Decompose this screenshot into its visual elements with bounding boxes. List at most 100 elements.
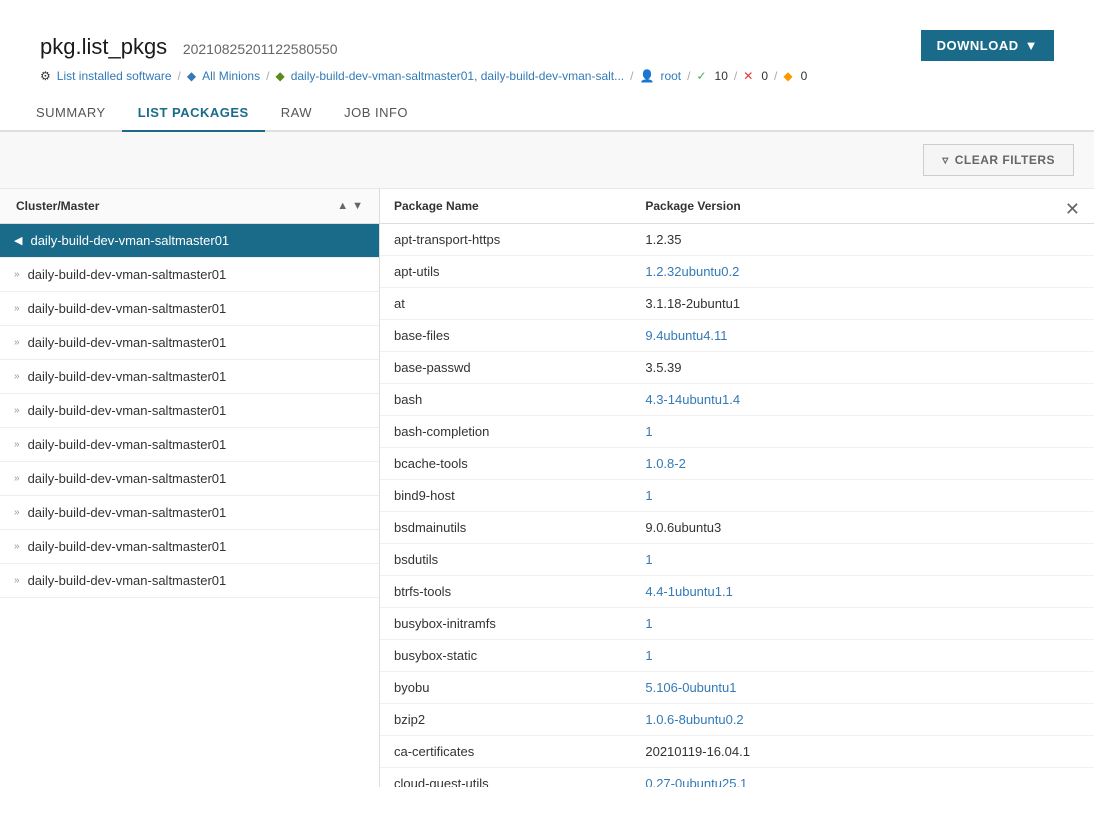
breadcrumb-all-minions[interactable]: All Minions (202, 69, 260, 83)
minion-row[interactable]: » daily-build-dev-vman-saltmaster01 (0, 360, 379, 394)
package-name-cell: apt-transport-https (380, 224, 631, 256)
breadcrumb-user[interactable]: root (660, 69, 681, 83)
package-version-cell[interactable]: 4.4-1ubuntu1.1 (631, 576, 1094, 608)
table-row: apt-transport-https1.2.35 (380, 224, 1094, 256)
minion-name: daily-build-dev-vman-saltmaster01 (28, 267, 227, 282)
package-version-cell: 1.2.35 (631, 224, 1094, 256)
sort-asc-icon[interactable]: ▲ (337, 200, 348, 212)
minion-name: daily-build-dev-vman-saltmaster01 (28, 505, 227, 520)
breadcrumb-minions[interactable]: daily-build-dev-vman-saltmaster01, daily… (291, 69, 624, 83)
minion-name: daily-build-dev-vman-saltmaster01 (30, 233, 229, 248)
table-row: apt-utils1.2.32ubuntu0.2 (380, 256, 1094, 288)
package-version-cell[interactable]: 0.27-0ubuntu25.1 (631, 768, 1094, 788)
package-version-cell[interactable]: 4.3-14ubuntu1.4 (631, 384, 1094, 416)
table-row: bsdmainutils9.0.6ubuntu3 (380, 512, 1094, 544)
package-version-cell: 3.1.18-2ubuntu1 (631, 288, 1094, 320)
minion-name: daily-build-dev-vman-saltmaster01 (28, 539, 227, 554)
minion-row[interactable]: » daily-build-dev-vman-saltmaster01 (0, 428, 379, 462)
package-name-cell: apt-utils (380, 256, 631, 288)
minion-row[interactable]: » daily-build-dev-vman-saltmaster01 (0, 394, 379, 428)
package-version-cell[interactable]: 1.0.8-2 (631, 448, 1094, 480)
packages-table: Package Name Package Version apt-transpo… (380, 189, 1094, 787)
diamond-icon: ◆ (783, 69, 792, 83)
table-row: at3.1.18-2ubuntu1 (380, 288, 1094, 320)
table-row: base-files9.4ubuntu4.11 (380, 320, 1094, 352)
table-row: bsdutils1 (380, 544, 1094, 576)
package-name-cell: bzip2 (380, 704, 631, 736)
package-version-cell[interactable]: 1 (631, 480, 1094, 512)
package-version-cell[interactable]: 1 (631, 640, 1094, 672)
package-name-cell: base-files (380, 320, 631, 352)
sort-desc-icon[interactable]: ▼ (352, 200, 363, 212)
clear-filters-button[interactable]: ▿ CLEAR FILTERS (923, 144, 1074, 176)
minion-row[interactable]: ◀ daily-build-dev-vman-saltmaster01 (0, 224, 379, 258)
breadcrumb-list-software[interactable]: List installed software (57, 69, 172, 83)
table-row: btrfs-tools4.4-1ubuntu1.1 (380, 576, 1094, 608)
package-name-cell: cloud-guest-utils (380, 768, 631, 788)
table-row: bind9-host1 (380, 480, 1094, 512)
table-row: busybox-static1 (380, 640, 1094, 672)
package-version-cell[interactable]: 1 (631, 544, 1094, 576)
tab-summary[interactable]: SUMMARY (20, 95, 122, 132)
x-count: 0 (761, 69, 768, 83)
col-package-version: Package Version (631, 189, 1094, 224)
table-row: bash4.3-14ubuntu1.4 (380, 384, 1094, 416)
expand-icon: » (14, 541, 20, 552)
table-row: bcache-tools1.0.8-2 (380, 448, 1094, 480)
expand-icon: » (14, 269, 20, 280)
minion-row[interactable]: » daily-build-dev-vman-saltmaster01 (0, 326, 379, 360)
table-row: bzip21.0.6-8ubuntu0.2 (380, 704, 1094, 736)
minion-row[interactable]: » daily-build-dev-vman-saltmaster01 (0, 530, 379, 564)
package-version-cell: 3.5.39 (631, 352, 1094, 384)
main-content: Cluster/Master ▲ ▼ ◀ daily-build-dev-vma… (0, 189, 1094, 787)
expand-icon: » (14, 575, 20, 586)
minion-row[interactable]: » daily-build-dev-vman-saltmaster01 (0, 258, 379, 292)
package-version-cell[interactable]: 1 (631, 416, 1094, 448)
filter-icon: ▿ (942, 153, 949, 167)
tab-list-packages[interactable]: LIST PACKAGES (122, 95, 265, 132)
minion-name: daily-build-dev-vman-saltmaster01 (28, 369, 227, 384)
minion-name: daily-build-dev-vman-saltmaster01 (28, 471, 227, 486)
package-version-cell[interactable]: 1.0.6-8ubuntu0.2 (631, 704, 1094, 736)
toolbar: ▿ CLEAR FILTERS (0, 132, 1094, 189)
package-name-cell: busybox-static (380, 640, 631, 672)
package-version-cell[interactable]: 9.4ubuntu4.11 (631, 320, 1094, 352)
selected-icon: ◀ (14, 234, 22, 247)
minion-row[interactable]: » daily-build-dev-vman-saltmaster01 (0, 564, 379, 598)
tabs-bar: SUMMARY LIST PACKAGES RAW JOB INFO (0, 95, 1094, 132)
package-name-cell: bsdutils (380, 544, 631, 576)
package-version-cell[interactable]: 5.106-0ubuntu1 (631, 672, 1094, 704)
table-row: ca-certificates20210119-16.04.1 (380, 736, 1094, 768)
tab-job-info[interactable]: JOB INFO (328, 95, 424, 132)
check-count: 10 (715, 69, 728, 83)
user-icon: 👤 (640, 69, 655, 83)
expand-icon: » (14, 371, 20, 382)
expand-icon: » (14, 405, 20, 416)
minion-name: daily-build-dev-vman-saltmaster01 (28, 573, 227, 588)
minion-row[interactable]: » daily-build-dev-vman-saltmaster01 (0, 496, 379, 530)
minion-row[interactable]: » daily-build-dev-vman-saltmaster01 (0, 462, 379, 496)
table-row: bash-completion1 (380, 416, 1094, 448)
table-row: busybox-initramfs1 (380, 608, 1094, 640)
tab-raw[interactable]: RAW (265, 95, 328, 132)
col-package-name: Package Name (380, 189, 631, 224)
expand-icon: » (14, 507, 20, 518)
minion-name: daily-build-dev-vman-saltmaster01 (28, 403, 227, 418)
package-name-cell: ca-certificates (380, 736, 631, 768)
package-name-cell: busybox-initramfs (380, 608, 631, 640)
package-name-cell: bash (380, 384, 631, 416)
left-panel: Cluster/Master ▲ ▼ ◀ daily-build-dev-vma… (0, 189, 380, 787)
gear-icon: ⚙ (40, 69, 51, 83)
expand-icon: » (14, 473, 20, 484)
right-panel: ✕ Package Name Package Version apt-trans… (380, 189, 1094, 787)
download-button[interactable]: DOWNLOAD ▼ (921, 30, 1054, 61)
close-button[interactable]: ✕ (1065, 199, 1080, 220)
package-name-cell: bcache-tools (380, 448, 631, 480)
package-name-cell: btrfs-tools (380, 576, 631, 608)
package-version-cell: 20210119-16.04.1 (631, 736, 1094, 768)
package-version-cell[interactable]: 1 (631, 608, 1094, 640)
minion-row[interactable]: » daily-build-dev-vman-saltmaster01 (0, 292, 379, 326)
package-name-cell: base-passwd (380, 352, 631, 384)
table-row: base-passwd3.5.39 (380, 352, 1094, 384)
package-version-cell[interactable]: 1.2.32ubuntu0.2 (631, 256, 1094, 288)
